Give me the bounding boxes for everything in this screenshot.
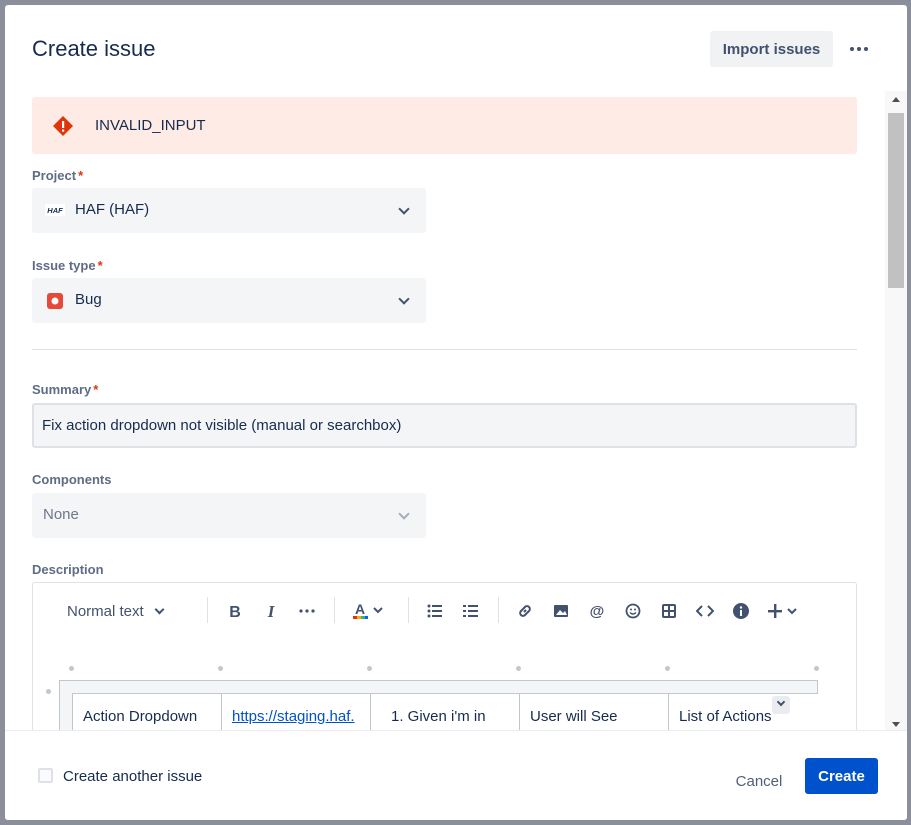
chevron-down-icon: [398, 203, 410, 215]
more-icon: [299, 609, 315, 613]
table-link[interactable]: https://staging.haf.: [232, 708, 355, 725]
svg-text:HAF: HAF: [47, 206, 63, 215]
scroll-down-arrow-icon[interactable]: [892, 722, 900, 727]
code-button[interactable]: [693, 599, 717, 623]
svg-text:I: I: [267, 603, 276, 619]
create-button[interactable]: Create: [805, 758, 878, 794]
summary-value: Fix action dropdown not visible (manual …: [42, 417, 402, 434]
summary-label: Summary *: [32, 382, 99, 397]
more-options-button[interactable]: [843, 35, 875, 63]
table-icon: [662, 604, 676, 618]
summary-input[interactable]: Fix action dropdown not visible (manual …: [32, 403, 857, 448]
link-icon: [519, 605, 531, 617]
modal-title: Create issue: [32, 36, 156, 61]
table-cell[interactable]: 1. Given i'm in: [370, 693, 519, 731]
image-button[interactable]: [549, 599, 573, 623]
insert-more-button[interactable]: [767, 599, 801, 623]
description-editor[interactable]: Normal text B I A @ Action Dropdown http…: [32, 582, 857, 731]
info-panel-button[interactable]: [729, 599, 753, 623]
editor-toolbar: Normal text B I A @: [33, 583, 856, 639]
chevron-down-icon: [398, 293, 410, 305]
cell-options-button[interactable]: [772, 696, 790, 714]
svg-text:A: A: [355, 602, 365, 617]
scroll-up-arrow-icon[interactable]: [892, 97, 900, 102]
numbered-list-icon: [463, 605, 478, 617]
issue-type-select[interactable]: Bug: [32, 278, 426, 323]
text-color-button[interactable]: A: [351, 599, 387, 623]
issue-type-label: Issue type *: [32, 258, 103, 273]
cancel-button[interactable]: Cancel: [727, 765, 791, 797]
bullet-list-button[interactable]: [423, 599, 447, 623]
chevron-down-icon: [776, 697, 786, 707]
italic-button[interactable]: I: [259, 599, 283, 623]
bold-icon: B: [229, 604, 241, 619]
table-cell[interactable]: User will See: [519, 693, 668, 731]
components-label: Components: [32, 472, 112, 487]
modal-footer: Create another issue Cancel Create: [5, 730, 907, 820]
table-cell-link[interactable]: https://staging.haf.: [221, 693, 370, 731]
modal-header: Create issue Import issues: [5, 5, 907, 91]
chevron-down-icon: [154, 604, 165, 614]
project-select[interactable]: HAF HAF (HAF): [32, 188, 426, 233]
italic-icon: I: [267, 603, 276, 619]
plus-icon: [768, 604, 797, 618]
project-value: HAF (HAF): [75, 201, 150, 218]
description-table[interactable]: Action Dropdown https://staging.haf. 1. …: [59, 680, 818, 731]
components-select[interactable]: None: [32, 493, 426, 538]
error-banner: INVALID_INPUT: [32, 97, 857, 154]
chevron-down-icon: [398, 508, 410, 520]
emoji-button[interactable]: [621, 599, 645, 623]
project-label: Project *: [32, 168, 84, 183]
table-button[interactable]: [657, 599, 681, 623]
emoji-icon: [625, 603, 641, 619]
more-formatting-button[interactable]: [295, 599, 319, 623]
project-avatar-icon: HAF: [45, 204, 65, 216]
import-issues-button[interactable]: Import issues: [710, 31, 833, 67]
description-label: Description: [32, 562, 104, 577]
section-divider: [32, 349, 857, 350]
link-button[interactable]: [513, 599, 537, 623]
form-scroll-area[interactable]: INVALID_INPUT Project * HAF HAF (HAF) Iss…: [5, 91, 907, 731]
bold-button[interactable]: B: [223, 599, 247, 623]
scrollbar-thumb[interactable]: [888, 113, 904, 288]
more-icon: [850, 47, 854, 51]
info-icon: [733, 603, 749, 619]
table-cell[interactable]: Action Dropdown: [72, 693, 221, 731]
issue-type-value: Bug: [75, 291, 102, 308]
error-message: INVALID_INPUT: [95, 117, 206, 134]
mention-icon: @: [590, 603, 605, 619]
components-value: None: [43, 506, 79, 523]
code-icon: [696, 605, 714, 617]
error-icon: [53, 116, 73, 136]
bullet-list-icon: [427, 604, 442, 618]
numbered-list-button[interactable]: [459, 599, 483, 623]
create-issue-modal: Create issue Import issues INVALID_INPUT…: [5, 5, 907, 820]
bug-icon: [47, 293, 63, 309]
text-color-icon: A: [353, 602, 383, 619]
svg-text:@: @: [590, 603, 605, 619]
mention-button[interactable]: @: [585, 599, 609, 623]
scrollbar[interactable]: [885, 91, 907, 731]
table-cell[interactable]: List of Actions: [668, 693, 818, 731]
create-another-checkbox[interactable]: [38, 768, 53, 783]
create-another-label[interactable]: Create another issue: [63, 768, 202, 785]
image-icon: [554, 605, 568, 617]
svg-text:B: B: [229, 604, 241, 619]
text-style-dropdown[interactable]: Normal text: [67, 599, 185, 623]
